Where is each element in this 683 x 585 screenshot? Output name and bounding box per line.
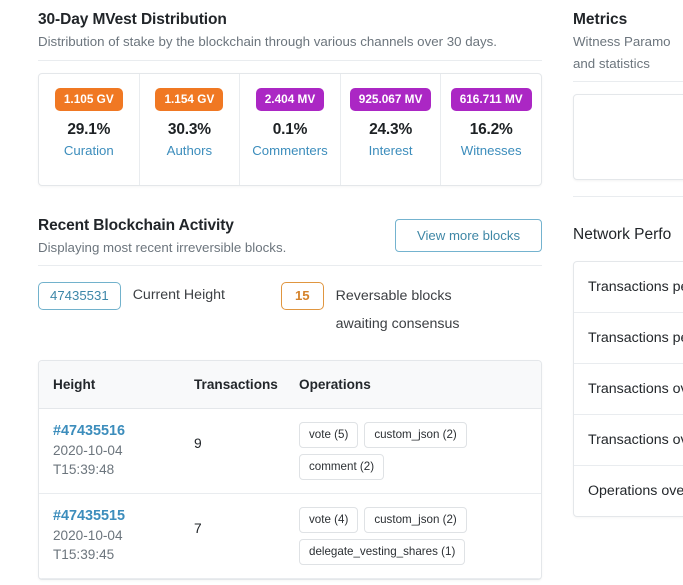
network-performance-section: Network Perfo Transactions pe second (24… bbox=[573, 225, 683, 517]
distribution-cell-interest[interactable]: 925.067 MV 24.3% Interest bbox=[341, 73, 442, 185]
cell-transactions: 9 bbox=[184, 408, 289, 494]
cell-operations: vote (5) custom_json (2) comment (2) bbox=[289, 408, 541, 494]
operations-list: vote (5) custom_json (2) comment (2) bbox=[299, 422, 529, 480]
operation-tag[interactable]: comment (2) bbox=[299, 454, 385, 480]
view-more-blocks-button[interactable]: View more blocks bbox=[395, 218, 542, 252]
column-header-height: Height bbox=[39, 361, 184, 409]
distribution-label[interactable]: Interest bbox=[369, 143, 413, 158]
cell-operations: vote (4) custom_json (2) delegate_vestin… bbox=[289, 493, 541, 579]
distribution-amount-badge: 925.067 MV bbox=[349, 87, 432, 111]
table-header-row: Height Transactions Operations bbox=[39, 361, 541, 409]
reversable-blocks-group: 15 Reversable blocks awaiting consensus bbox=[280, 282, 460, 338]
operations-list: vote (4) custom_json (2) delegate_vestin… bbox=[299, 507, 529, 565]
column-header-operations: Operations bbox=[289, 361, 541, 409]
metrics-divider bbox=[573, 81, 683, 82]
perf-row-ops-24h: Operations ove 24h bbox=[588, 483, 683, 499]
distribution-cell-commenters[interactable]: 2.404 MV 0.1% Commenters bbox=[240, 73, 341, 185]
distribution-percent: 29.1% bbox=[67, 120, 111, 138]
current-height-group: 47435531 Current Height bbox=[38, 282, 225, 310]
transaction-count: 9 bbox=[194, 436, 202, 451]
table-row[interactable]: #47435516 2020-10-04T15:39:48 9 vote (5)… bbox=[39, 408, 541, 494]
operation-tag[interactable]: vote (4) bbox=[299, 507, 359, 533]
distribution-amount-badge: 2.404 MV bbox=[255, 87, 325, 111]
operation-tag[interactable]: vote (5) bbox=[299, 422, 359, 448]
reversable-label-line2: awaiting consensus bbox=[335, 316, 460, 332]
distribution-percent: 24.3% bbox=[369, 120, 413, 138]
distribution-percent: 16.2% bbox=[469, 120, 513, 138]
distribution-title: 30-Day MVest Distribution bbox=[38, 11, 227, 28]
table-row[interactable]: #47435515 2020-10-04T15:39:45 7 vote (4)… bbox=[39, 493, 541, 579]
activity-divider bbox=[38, 265, 542, 266]
operation-tag[interactable]: custom_json (2) bbox=[364, 422, 467, 448]
blocks-table-head: Height Transactions Operations bbox=[39, 361, 541, 409]
metrics-subtitle-line2: and statistics bbox=[573, 55, 650, 71]
metrics-bottom-divider bbox=[573, 196, 683, 197]
perf-row-tps-24h: Transactions pe second (24h) bbox=[574, 262, 683, 313]
distribution-cell-authors[interactable]: 1.154 GV 30.3% Authors bbox=[140, 73, 241, 185]
distribution-section: 30-Day MVest Distribution Distribution o… bbox=[38, 10, 560, 186]
right-column: Metrics Witness Paramo and statistics 51… bbox=[560, 0, 683, 585]
network-performance-title: Network Perfo bbox=[573, 226, 672, 243]
distribution-amount-badge: 1.105 GV bbox=[54, 87, 123, 111]
block-timestamp: 2020-10-04T15:39:45 bbox=[53, 528, 123, 562]
metrics-title: Metrics bbox=[573, 11, 628, 28]
distribution-percent: 0.1% bbox=[272, 120, 308, 138]
current-height-badge[interactable]: 47435531 bbox=[38, 282, 121, 310]
distribution-amount-badge: 1.154 GV bbox=[155, 87, 224, 111]
cell-height: #47435515 2020-10-04T15:39:45 bbox=[39, 493, 184, 579]
distribution-card: 1.105 GV 29.1% Curation 1.154 GV 30.3% A… bbox=[38, 72, 542, 186]
current-height-label: Current Height bbox=[132, 287, 225, 303]
dashboard-page: 30-Day MVest Distribution Distribution o… bbox=[0, 0, 683, 585]
blocks-table: Height Transactions Operations #47435516… bbox=[39, 361, 541, 579]
distribution-subtitle: Distribution of stake by the blockchain … bbox=[38, 34, 498, 49]
distribution-label[interactable]: Authors bbox=[167, 143, 212, 158]
distribution-label[interactable]: Curation bbox=[64, 143, 114, 158]
column-header-transactions: Transactions bbox=[184, 361, 289, 409]
left-column: 30-Day MVest Distribution Distribution o… bbox=[0, 0, 560, 585]
operation-tag[interactable]: custom_json (2) bbox=[364, 507, 467, 533]
activity-header: Recent Blockchain Activity Displaying mo… bbox=[38, 216, 542, 266]
block-timestamp: 2020-10-04T15:39:48 bbox=[53, 443, 123, 477]
perf-row-tx-1h: Transactions ov 1h bbox=[574, 415, 683, 466]
blocks-table-body: #47435516 2020-10-04T15:39:48 9 vote (5)… bbox=[39, 408, 541, 579]
network-performance-card: Transactions pe second (24h) Transaction… bbox=[573, 261, 683, 517]
operation-tag[interactable]: delegate_vesting_shares (1) bbox=[299, 539, 466, 565]
distribution-percent: 30.3% bbox=[167, 120, 211, 138]
metrics-section: Metrics Witness Paramo and statistics 51… bbox=[573, 10, 683, 197]
distribution-label[interactable]: Commenters bbox=[252, 143, 327, 158]
distribution-label[interactable]: Witnesses bbox=[461, 143, 522, 158]
distribution-amount-badge: 616.711 MV bbox=[450, 87, 532, 111]
reversable-blocks-badge[interactable]: 15 bbox=[280, 282, 324, 310]
distribution-cell-witnesses[interactable]: 616.711 MV 16.2% Witnesses bbox=[441, 74, 541, 185]
primary-metric-card: 519.0 STEEM PER bbox=[573, 94, 683, 180]
block-link[interactable]: #47435515 bbox=[53, 507, 174, 526]
blocks-table-card: Height Transactions Operations #47435516… bbox=[38, 360, 542, 580]
transaction-count: 7 bbox=[194, 521, 202, 536]
cell-transactions: 7 bbox=[184, 493, 289, 579]
distribution-divider bbox=[38, 59, 542, 61]
perf-row-tx-24h: Transactions ov 24h bbox=[574, 364, 683, 415]
reversable-blocks-label: Reversable blocks awaiting consensus bbox=[336, 282, 460, 338]
reversable-label-line1: Reversable blocks bbox=[335, 288, 452, 304]
metrics-subtitle-line1: Witness Paramo bbox=[573, 34, 671, 49]
distribution-cell-curation[interactable]: 1.105 GV 29.1% Curation bbox=[39, 73, 140, 185]
height-summary-row: 47435531 Current Height 15 Reversable bl… bbox=[38, 282, 542, 338]
cell-height: #47435516 2020-10-04T15:39:48 bbox=[39, 408, 184, 494]
perf-row-tps-1h: Transactions pe second (1h) bbox=[574, 313, 683, 364]
block-link[interactable]: #47435516 bbox=[53, 422, 174, 441]
